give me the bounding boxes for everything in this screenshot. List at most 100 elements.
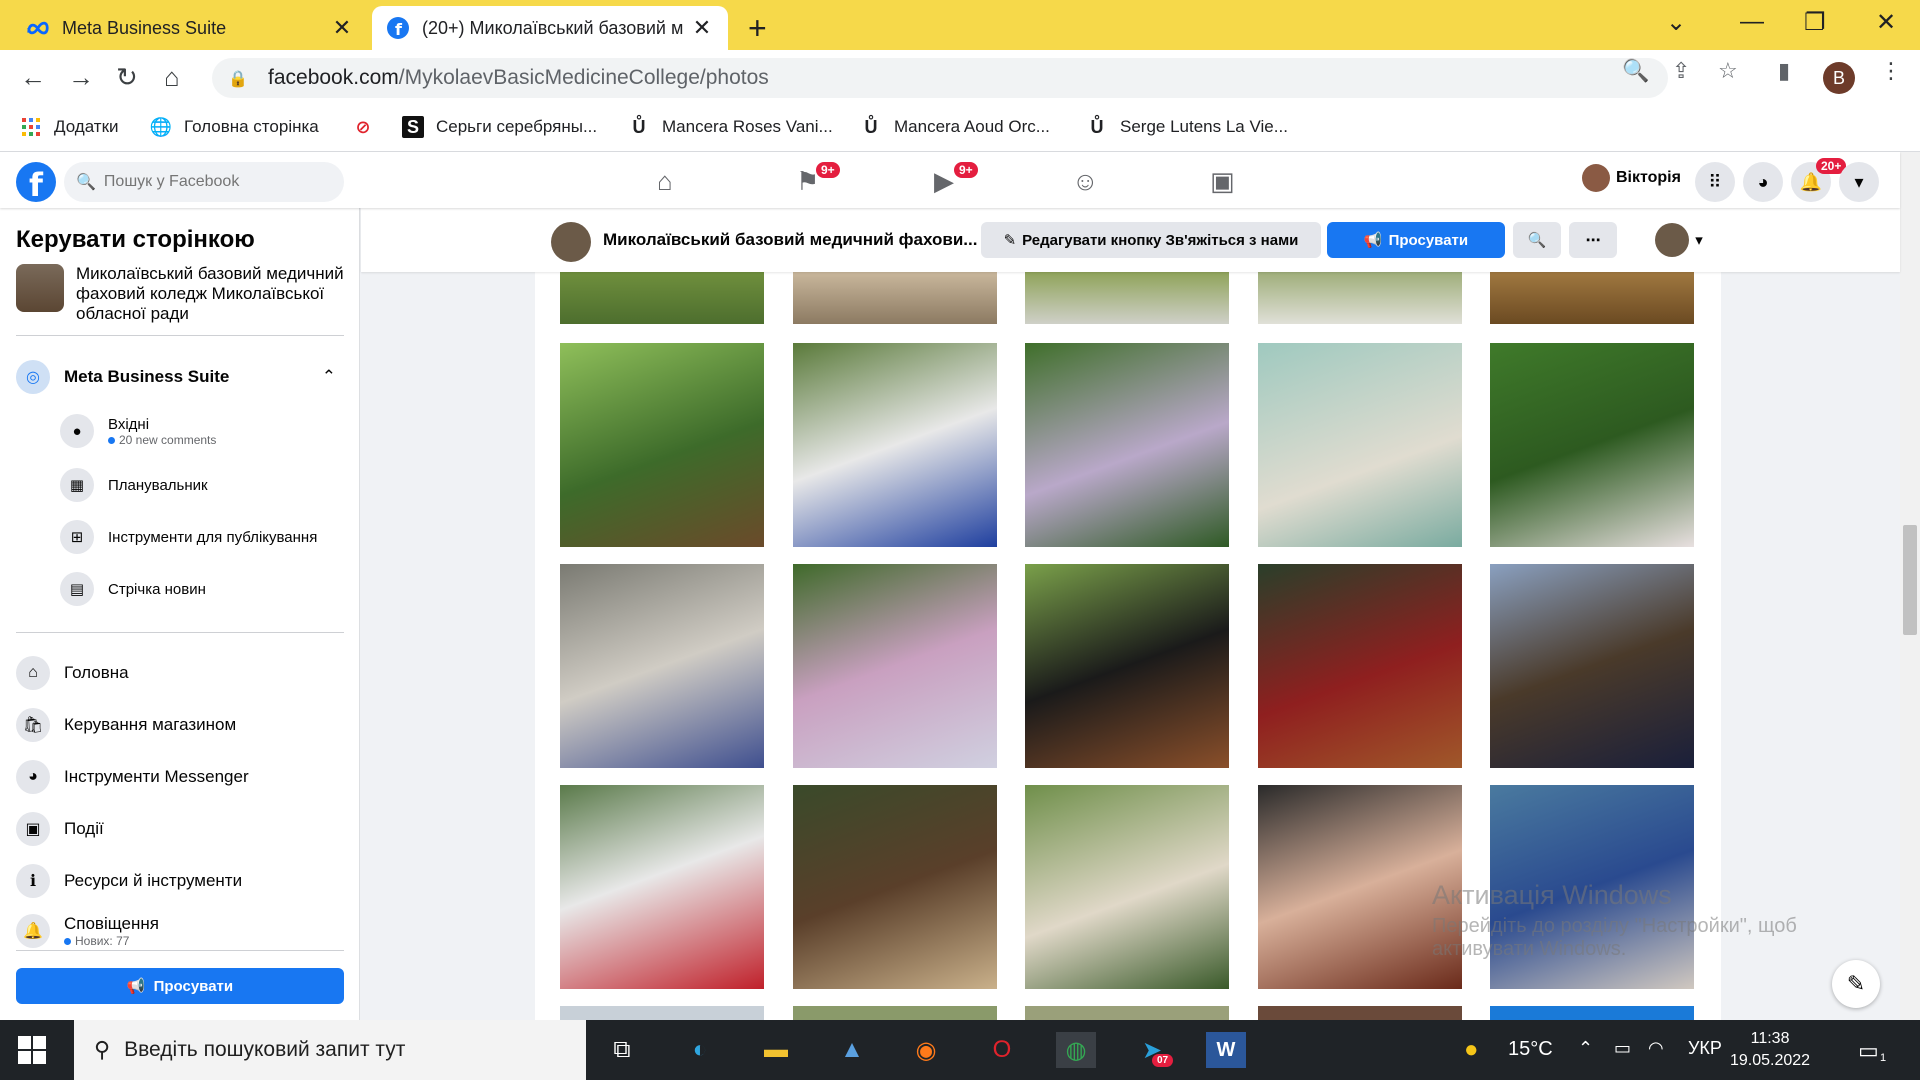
search-icon[interactable]: 🔍	[1513, 222, 1561, 258]
forward-icon[interactable]: →	[68, 62, 94, 93]
sidebar-item-messenger-tools[interactable]: ◕ Інструменти Messenger	[16, 760, 249, 794]
bookmark-home-page[interactable]: 🌐 Головна сторінка	[150, 116, 319, 138]
back-icon[interactable]: ←	[20, 62, 46, 93]
minimize-icon[interactable]: —	[1740, 8, 1764, 36]
close-window-icon[interactable]: ✕	[1876, 8, 1896, 37]
clock[interactable]: 11:38 19.05.2022	[1730, 1028, 1810, 1072]
messenger-icon[interactable]: ◕	[1743, 162, 1783, 202]
bookmark-mancera-aoud[interactable]: Ů Mancera Aoud Orc...	[860, 116, 1050, 138]
tab-meta-business-suite[interactable]: Meta Business Suite ✕	[12, 6, 368, 50]
sidebar-item-home[interactable]: ⌂ Головна	[16, 656, 129, 690]
sidebar-item-resources[interactable]: ℹ Ресурси й інструменти	[16, 864, 242, 898]
close-icon[interactable]: ✕	[690, 15, 714, 41]
photo-thumbnail[interactable]	[560, 343, 764, 547]
photo-thumbnail[interactable]	[1490, 1006, 1694, 1020]
home-icon[interactable]: ⌂	[164, 62, 180, 93]
page-avatar[interactable]	[551, 222, 591, 262]
sidebar-item-publishing-tools[interactable]: ⊞ Інструменти для публікування	[60, 520, 317, 554]
chevron-up-icon[interactable]: ⌃	[322, 367, 336, 387]
photo-thumbnail[interactable]	[560, 785, 764, 989]
reload-icon[interactable]: ↻	[116, 62, 138, 93]
photo-thumbnail[interactable]	[1258, 1006, 1462, 1020]
bookmark-earrings[interactable]: S Серьги серебряны...	[402, 116, 597, 138]
bookmark-apps[interactable]: Додатки	[20, 116, 119, 138]
more-options-icon[interactable]: ⋯	[1569, 222, 1617, 258]
photo-thumbnail[interactable]	[793, 785, 997, 989]
star-icon[interactable]: ☆	[1718, 58, 1738, 84]
profile-avatar[interactable]: B	[1823, 62, 1855, 94]
tab-search-chevron-icon[interactable]: ⌄	[1666, 8, 1686, 37]
sidebar-item-notifications[interactable]: 🔔 Сповіщення Нових: 77	[16, 914, 159, 948]
home-nav-icon[interactable]: ⌂	[657, 166, 673, 197]
new-tab-button[interactable]: +	[748, 10, 767, 47]
photo-thumbnail[interactable]	[1490, 564, 1694, 768]
photo-thumbnail[interactable]	[1025, 785, 1229, 989]
tab-facebook-page[interactable]: f (20+) Миколаївський базовий м ✕	[372, 6, 728, 50]
page-title[interactable]: Миколаївський базовий медичний фахови...	[603, 230, 977, 250]
photo-thumbnail[interactable]	[793, 1006, 997, 1020]
gaming-nav-icon[interactable]: ▣	[1210, 166, 1235, 197]
photo-thumbnail[interactable]	[793, 343, 997, 547]
edge-icon[interactable]: ◐	[680, 1032, 720, 1068]
wifi-icon[interactable]: ◠	[1648, 1038, 1664, 1059]
file-explorer-icon[interactable]: ▬	[756, 1032, 796, 1068]
photo-thumbnail[interactable]	[1490, 272, 1694, 324]
photo-thumbnail[interactable]	[1025, 1006, 1229, 1020]
photo-thumbnail[interactable]	[560, 272, 764, 324]
photo-thumbnail[interactable]	[560, 564, 764, 768]
url-bar[interactable]: 🔒 facebook.com/MykolaevBasicMedicineColl…	[212, 58, 1668, 98]
sidebar-item-news-feed[interactable]: ▤ Стрічка новин	[60, 572, 206, 606]
chrome-icon[interactable]: ◍	[1056, 1032, 1096, 1068]
firefox-icon[interactable]: ◉	[906, 1032, 946, 1068]
photo-thumbnail[interactable]	[560, 1006, 764, 1020]
close-icon[interactable]: ✕	[330, 15, 354, 41]
account-dropdown-icon[interactable]: ▾	[1839, 162, 1879, 202]
photo-thumbnail[interactable]	[793, 272, 997, 324]
menu-grid-icon[interactable]: ⠿	[1695, 162, 1735, 202]
weather-temp[interactable]: 15°C	[1508, 1038, 1553, 1061]
photo-thumbnail[interactable]	[1025, 564, 1229, 768]
sidebar-item-events[interactable]: ▣ Події	[16, 812, 104, 846]
promote-button[interactable]: 📢 Просувати	[1327, 222, 1505, 258]
photo-thumbnail[interactable]	[1025, 272, 1229, 324]
photo-thumbnail[interactable]	[793, 564, 997, 768]
bookmark-serge-lutens[interactable]: Ů Serge Lutens La Vie...	[1086, 116, 1288, 138]
share-icon[interactable]: ⇪	[1672, 58, 1690, 84]
side-panel-icon[interactable]: ▮	[1778, 58, 1790, 84]
edit-contact-button[interactable]: ✎ Редагувати кнопку Зв'яжіться з нами	[981, 222, 1321, 258]
device-icon[interactable]: ▭	[1614, 1038, 1631, 1059]
page-switcher[interactable]: ▾	[1651, 222, 1707, 258]
facebook-search[interactable]: 🔍	[64, 162, 344, 202]
menu-dots-icon[interactable]: ⋮	[1880, 58, 1902, 84]
chevron-up-icon[interactable]: ⌃	[1578, 1038, 1593, 1059]
taskbar-search[interactable]: ⚲ Введіть пошуковий запит тут	[74, 1020, 586, 1080]
zoom-icon[interactable]: 🔍	[1622, 58, 1649, 84]
facebook-logo-icon[interactable]: f	[16, 162, 56, 204]
word-icon[interactable]: W	[1206, 1032, 1246, 1068]
photo-thumbnail[interactable]	[1258, 343, 1462, 547]
windows-start-icon[interactable]	[18, 1036, 46, 1069]
restore-icon[interactable]: ❐	[1804, 8, 1826, 37]
photos-app-icon[interactable]: ▲	[832, 1032, 872, 1068]
notification-center-icon[interactable]: ▭	[1858, 1038, 1879, 1064]
sidebar-page-link[interactable]: Миколаївський базовий медичний фаховий к…	[16, 264, 346, 324]
photo-thumbnail[interactable]	[1025, 343, 1229, 547]
photo-thumbnail[interactable]	[1258, 564, 1462, 768]
task-view-icon[interactable]: ⧉	[602, 1032, 642, 1068]
watch-nav-icon[interactable]: ▶	[934, 166, 954, 197]
user-profile-chip[interactable]: Вікторія	[1582, 164, 1681, 192]
sidebar-item-meta-business-suite[interactable]: ◎ Meta Business Suite ⌃	[16, 360, 336, 394]
sidebar-item-inbox[interactable]: ● Вхідні 20 new comments	[60, 414, 216, 448]
groups-nav-icon[interactable]: ☺	[1072, 166, 1099, 197]
bookmark-mancera-roses[interactable]: Ů Mancera Roses Vani...	[628, 116, 833, 138]
language-indicator[interactable]: УКР	[1688, 1038, 1722, 1059]
bookmark-opera[interactable]: ⊘	[352, 116, 386, 138]
weather-sun-icon[interactable]: ●	[1464, 1036, 1479, 1064]
sidebar-item-shop[interactable]: 🛍 Керування магазином	[16, 708, 236, 742]
opera-icon[interactable]: O	[982, 1032, 1022, 1068]
promote-button[interactable]: 📢 Просувати	[16, 968, 344, 1004]
sidebar-item-planner[interactable]: ▦ Планувальник	[60, 468, 208, 502]
new-message-icon[interactable]: ✎	[1832, 960, 1880, 1008]
scrollbar-thumb[interactable]	[1903, 525, 1917, 635]
photo-thumbnail[interactable]	[1258, 272, 1462, 324]
